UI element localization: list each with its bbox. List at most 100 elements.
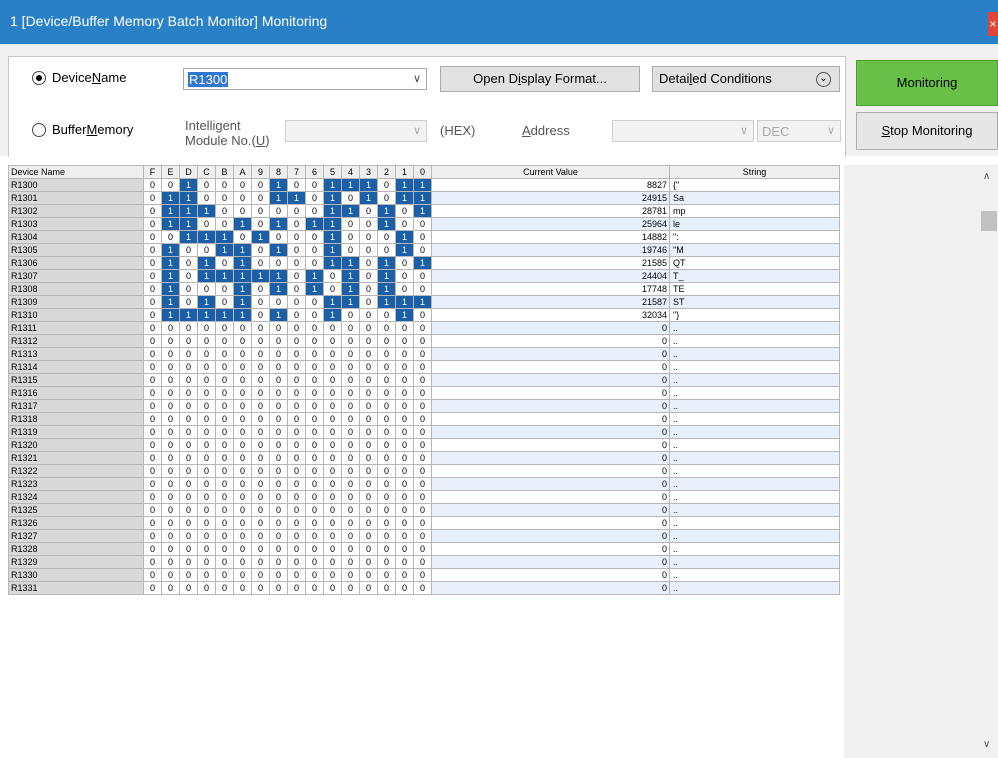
bit-cell[interactable]: 0 [215, 295, 234, 309]
bit-cell[interactable]: 0 [341, 568, 360, 582]
bit-cell[interactable]: 0 [287, 438, 306, 452]
bit-cell[interactable]: 0 [143, 399, 162, 413]
table-row[interactable]: R1325 0 0 0 0 0 0 0 0 0 0 0 0 0 0 0 0 0.. [8, 503, 840, 517]
bit-cell[interactable]: 0 [179, 529, 198, 543]
bit-cell[interactable]: 1 [323, 295, 342, 309]
table-row[interactable]: R1324 0 0 0 0 0 0 0 0 0 0 0 0 0 0 0 0 0.. [8, 490, 840, 504]
current-value-cell[interactable]: 32034 [431, 308, 670, 322]
bit-cell[interactable]: 0 [287, 568, 306, 582]
bit-cell[interactable]: 0 [251, 555, 270, 569]
bit-cell[interactable]: 0 [395, 204, 414, 218]
bit-cell[interactable]: 0 [341, 477, 360, 491]
bit-cell[interactable]: 0 [413, 412, 432, 426]
bit-cell[interactable]: 0 [359, 321, 378, 335]
bit-cell[interactable]: 1 [161, 204, 180, 218]
bit-cell[interactable]: 0 [251, 581, 270, 595]
bit-cell[interactable]: 1 [161, 256, 180, 270]
bit-cell[interactable]: 0 [359, 373, 378, 387]
bit-cell[interactable]: 0 [197, 516, 216, 530]
bit-cell[interactable]: 0 [305, 542, 324, 556]
bit-cell[interactable]: 1 [197, 230, 216, 244]
bit-cell[interactable]: 0 [179, 412, 198, 426]
bit-cell[interactable]: 0 [215, 529, 234, 543]
bit-cell[interactable]: 0 [143, 217, 162, 231]
bit-cell[interactable]: 0 [395, 217, 414, 231]
bit-cell[interactable]: 0 [179, 490, 198, 504]
bit-cell[interactable]: 0 [269, 555, 288, 569]
bit-cell[interactable]: 0 [323, 347, 342, 361]
bit-cell[interactable]: 0 [377, 503, 396, 517]
bit-cell[interactable]: 0 [215, 282, 234, 296]
bit-cell[interactable]: 0 [215, 425, 234, 439]
bit-cell[interactable]: 0 [215, 386, 234, 400]
bit-cell[interactable]: 1 [269, 191, 288, 205]
table-row[interactable]: R1328 0 0 0 0 0 0 0 0 0 0 0 0 0 0 0 0 0.. [8, 542, 840, 556]
table-row[interactable]: R1329 0 0 0 0 0 0 0 0 0 0 0 0 0 0 0 0 0.. [8, 555, 840, 569]
bit-cell[interactable]: 0 [395, 581, 414, 595]
bit-cell[interactable]: 0 [143, 360, 162, 374]
bit-cell[interactable]: 1 [161, 191, 180, 205]
bit-cell[interactable]: 0 [215, 256, 234, 270]
bit-cell[interactable]: 0 [287, 230, 306, 244]
bit-cell[interactable]: 0 [143, 425, 162, 439]
bit-cell[interactable]: 0 [287, 321, 306, 335]
bit-cell[interactable]: 0 [215, 464, 234, 478]
current-value-cell[interactable]: 0 [431, 490, 670, 504]
bit-cell[interactable]: 0 [305, 295, 324, 309]
bit-cell[interactable]: 0 [161, 555, 180, 569]
bit-cell[interactable]: 0 [359, 230, 378, 244]
bit-cell[interactable]: 0 [197, 464, 216, 478]
bit-cell[interactable]: 0 [359, 555, 378, 569]
current-value-cell[interactable]: 0 [431, 386, 670, 400]
bit-cell[interactable]: 0 [161, 334, 180, 348]
table-row[interactable]: R1323 0 0 0 0 0 0 0 0 0 0 0 0 0 0 0 0 0.. [8, 477, 840, 491]
bit-cell[interactable]: 0 [143, 451, 162, 465]
chevron-down-icon[interactable]: ∨ [740, 124, 748, 137]
bit-cell[interactable]: 0 [341, 490, 360, 504]
current-value-cell[interactable]: 0 [431, 542, 670, 556]
bit-cell[interactable]: 0 [305, 321, 324, 335]
bit-cell[interactable]: 0 [359, 334, 378, 348]
table-row[interactable]: R1302 0 1 1 1 0 0 0 0 0 0 1 1 0 1 0 1 28781 mp [8, 204, 840, 218]
bit-cell[interactable]: 0 [359, 347, 378, 361]
bit-cell[interactable]: 0 [395, 373, 414, 387]
bit-cell[interactable]: 0 [323, 438, 342, 452]
bit-cell[interactable]: 1 [179, 204, 198, 218]
bit-cell[interactable]: 0 [179, 373, 198, 387]
bit-cell[interactable]: 0 [359, 503, 378, 517]
bit-cell[interactable]: 0 [395, 568, 414, 582]
bit-cell[interactable]: 0 [395, 360, 414, 374]
bit-cell[interactable]: 0 [269, 256, 288, 270]
current-value-cell[interactable]: 0 [431, 503, 670, 517]
bit-cell[interactable]: 0 [323, 412, 342, 426]
bit-cell[interactable]: 1 [179, 217, 198, 231]
bit-cell[interactable]: 0 [161, 477, 180, 491]
bit-cell[interactable]: 1 [197, 256, 216, 270]
bit-cell[interactable]: 1 [395, 243, 414, 257]
bit-cell[interactable]: 0 [179, 425, 198, 439]
bit-cell[interactable]: 0 [359, 360, 378, 374]
bit-cell[interactable]: 0 [233, 191, 252, 205]
bit-cell[interactable]: 0 [251, 516, 270, 530]
table-row[interactable]: R1322 0 0 0 0 0 0 0 0 0 0 0 0 0 0 0 0 0.. [8, 464, 840, 478]
bit-cell[interactable]: 0 [233, 230, 252, 244]
bit-cell[interactable]: 0 [413, 451, 432, 465]
bit-cell[interactable]: 0 [251, 425, 270, 439]
bit-cell[interactable]: 0 [323, 503, 342, 517]
bit-cell[interactable]: 0 [323, 529, 342, 543]
bit-cell[interactable]: 0 [395, 321, 414, 335]
bit-cell[interactable]: 0 [143, 269, 162, 283]
chevron-down-icon[interactable]: ∨ [413, 72, 421, 85]
bit-cell[interactable]: 1 [377, 269, 396, 283]
bit-cell[interactable]: 0 [377, 373, 396, 387]
bit-cell[interactable]: 1 [395, 230, 414, 244]
bit-cell[interactable]: 0 [143, 542, 162, 556]
bit-cell[interactable]: 0 [197, 555, 216, 569]
bit-cell[interactable]: 0 [197, 373, 216, 387]
bit-cell[interactable]: 0 [161, 529, 180, 543]
bit-cell[interactable]: 0 [197, 178, 216, 192]
bit-cell[interactable]: 0 [305, 555, 324, 569]
chevron-down-icon[interactable]: ∨ [413, 124, 421, 137]
bit-cell[interactable]: 0 [179, 503, 198, 517]
bit-cell[interactable]: 0 [395, 269, 414, 283]
